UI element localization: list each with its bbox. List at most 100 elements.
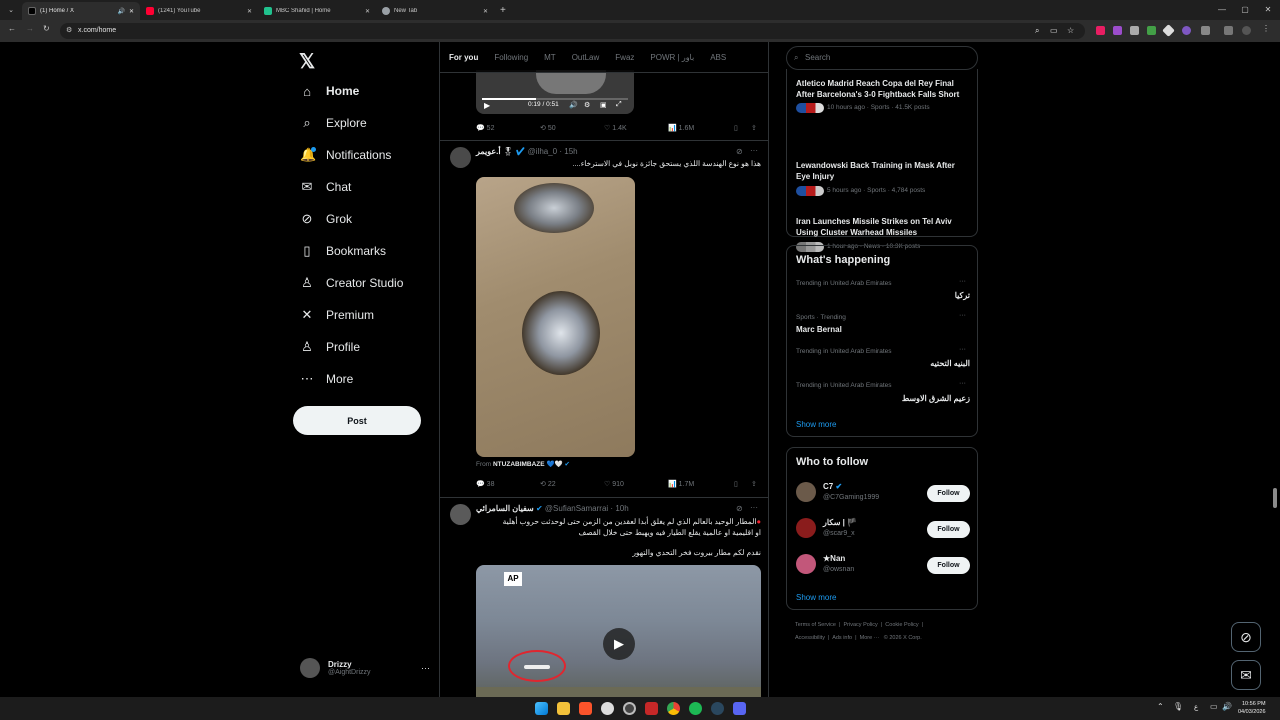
sidebar-item-grok[interactable]: ⊘ Grok	[288, 203, 428, 235]
extension-eye-icon[interactable]	[1182, 26, 1191, 35]
source-name[interactable]: NTUZABIMBAZE	[493, 461, 545, 468]
reply-button[interactable]: 💬 38	[476, 480, 494, 488]
bookmark-icon[interactable]: ▯	[734, 124, 738, 132]
news-item-title[interactable]: Atletico Madrid Reach Copa del Rey Final…	[796, 78, 971, 100]
back-icon[interactable]: ←	[8, 24, 16, 33]
author-name[interactable]: أ.عويمر	[476, 147, 501, 156]
repost-button[interactable]: ⟲ 22	[540, 480, 556, 488]
star-icon[interactable]: ☆	[1067, 23, 1074, 39]
tweet-time[interactable]: 10h	[615, 504, 628, 513]
sidebar-item-chat[interactable]: ✉ Chat	[288, 171, 428, 203]
sidebar-item-bookmarks[interactable]: ▯ Bookmarks	[288, 235, 428, 267]
repost-button[interactable]: ⟲ 50	[540, 124, 556, 132]
tab-shahid[interactable]: MBC Shahid | Home ✕	[258, 2, 376, 20]
search-input[interactable]: ⌕ Search	[786, 46, 978, 70]
sidebar-item-profile[interactable]: ♙ Profile	[288, 331, 428, 363]
cast-icon[interactable]: ▭	[1050, 23, 1058, 39]
language-indicator[interactable]: ع	[1194, 703, 1198, 711]
sidebar-item-home[interactable]: ⌂ Home	[288, 75, 428, 107]
tab-outlaw[interactable]: OutLaw	[572, 53, 600, 62]
close-icon[interactable]: ✕	[129, 8, 134, 15]
more-dots-icon[interactable]: ···	[959, 278, 966, 285]
tweet-video[interactable]	[476, 177, 635, 457]
reload-icon[interactable]: ↻	[43, 24, 50, 33]
more-dots-icon[interactable]: ···	[421, 663, 430, 673]
tweet[interactable]: سفيان السامرائي ✔ @SufianSamarrai · 10h …	[440, 498, 768, 697]
author-name[interactable]: سفيان السامرائي	[476, 504, 534, 513]
sidebar-toggle-icon[interactable]	[1224, 26, 1233, 35]
trend-item[interactable]: Trending in United Arab Emirates ··· الب…	[787, 344, 979, 376]
chrome-icon[interactable]	[667, 702, 680, 715]
footer-link[interactable]: More ···	[860, 635, 880, 641]
settings-icon[interactable]: ⚙	[584, 101, 590, 109]
trend-item[interactable]: Sports · Trending ··· Marc Bernal	[787, 310, 979, 342]
github-icon[interactable]	[601, 702, 614, 715]
footer-link[interactable]: Ads info	[832, 635, 852, 641]
tab-abs[interactable]: ABS	[710, 53, 726, 62]
close-icon[interactable]: ✕	[365, 8, 370, 15]
share-icon[interactable]: ⇪	[751, 124, 757, 132]
more-dots-icon[interactable]: ···	[750, 503, 758, 512]
extension-shield-icon[interactable]	[1113, 26, 1122, 35]
sidebar-item-premium[interactable]: ✕ Premium	[288, 299, 428, 331]
zoom-icon[interactable]: ⌕	[1035, 23, 1039, 39]
video-player[interactable]: ▶ 0:19 / 0:51 🔊 ⚙ ▣ ⤢	[476, 70, 634, 114]
network-icon[interactable]: ▭	[1210, 702, 1218, 711]
views-button[interactable]: 📊 1.7M	[668, 480, 694, 488]
trend-item[interactable]: Trending in United Arab Emirates ··· زعي…	[787, 378, 979, 410]
author-handle[interactable]: @ilha_0	[528, 147, 557, 156]
messages-float-button[interactable]: ✉	[1231, 660, 1261, 690]
spotify-icon[interactable]	[689, 702, 702, 715]
x-logo-icon[interactable]: 𝕏	[299, 49, 315, 74]
discord-icon[interactable]	[733, 702, 746, 715]
tweet-time[interactable]: 15h	[564, 147, 577, 156]
file-explorer-icon[interactable]	[557, 702, 570, 715]
profile-avatar-icon[interactable]	[1242, 26, 1251, 35]
account-switcher[interactable]: Drizzy @AightDrizzy ···	[300, 658, 430, 678]
tab-youtube[interactable]: (1241) YouTube ✕	[140, 2, 258, 20]
window-close-icon[interactable]: ✕	[1258, 0, 1278, 20]
clock[interactable]: 10:56 PM 04/03/2026	[1238, 700, 1266, 716]
follow-button[interactable]: Follow	[927, 485, 970, 502]
footer-link[interactable]: Cookie Policy	[885, 622, 918, 628]
author-handle[interactable]: @SufianSamarrai	[545, 504, 608, 513]
minimize-icon[interactable]: —	[1212, 0, 1232, 20]
new-tab-plus-icon[interactable]: +	[500, 5, 506, 16]
mic-icon[interactable]: 🎙	[1173, 702, 1183, 711]
windows-start-icon[interactable]	[535, 702, 548, 715]
more-dots-icon[interactable]: ···	[750, 146, 758, 155]
grok-icon[interactable]: ⊘	[736, 504, 743, 513]
close-icon[interactable]: ✕	[247, 8, 252, 15]
tweet-video[interactable]: AP ▶	[476, 565, 761, 697]
sidebar-item-more[interactable]: ⋯ More	[288, 363, 428, 395]
brave-icon[interactable]	[579, 702, 592, 715]
extension-pink-icon[interactable]	[1096, 26, 1105, 35]
pip-icon[interactable]: ▣	[600, 101, 607, 109]
tab-powr[interactable]: POWR | باور	[650, 53, 694, 62]
tweet[interactable]: أ.عويمر 🎖 ✔ @ilha_0 · 15h ⊘ ··· هذا هو ن…	[440, 141, 768, 496]
extension-diamond-icon[interactable]	[1162, 24, 1175, 37]
tab-mt[interactable]: MT	[544, 53, 556, 62]
steam-icon[interactable]	[711, 702, 724, 715]
close-icon[interactable]: ✕	[483, 8, 488, 15]
footer-link[interactable]: Accessibility	[795, 635, 825, 641]
obs-icon[interactable]	[623, 702, 636, 715]
scrollbar-thumb[interactable]	[1273, 488, 1277, 508]
volume-icon[interactable]: 🔊	[569, 101, 578, 109]
fullscreen-icon[interactable]: ⤢	[616, 101, 622, 109]
video-progress-bar[interactable]	[482, 98, 628, 100]
url-bar[interactable]: ⚙ x.com/home ⌕ ▭ ☆	[60, 23, 1085, 39]
news-item-title[interactable]: Iran Launches Missile Strikes on Tel Avi…	[796, 216, 971, 238]
sidebar-item-creator-studio[interactable]: ♙ Creator Studio	[288, 267, 428, 299]
bookmark-icon[interactable]: ▯	[734, 480, 738, 488]
avatar[interactable]	[450, 504, 471, 525]
tab-new-tab[interactable]: New Tab ✕	[376, 2, 494, 20]
volume-icon[interactable]: 🔊	[1222, 702, 1232, 711]
footer-link[interactable]: Terms of Service	[795, 622, 836, 628]
follow-button[interactable]: Follow	[927, 521, 970, 538]
follow-suggestion[interactable]: ★Nan @owsnan Follow	[787, 550, 979, 580]
reply-button[interactable]: 💬 52	[476, 124, 494, 132]
tab-following[interactable]: Following	[494, 53, 528, 62]
share-icon[interactable]: ⇪	[751, 480, 757, 488]
play-button-icon[interactable]: ▶	[603, 628, 635, 660]
